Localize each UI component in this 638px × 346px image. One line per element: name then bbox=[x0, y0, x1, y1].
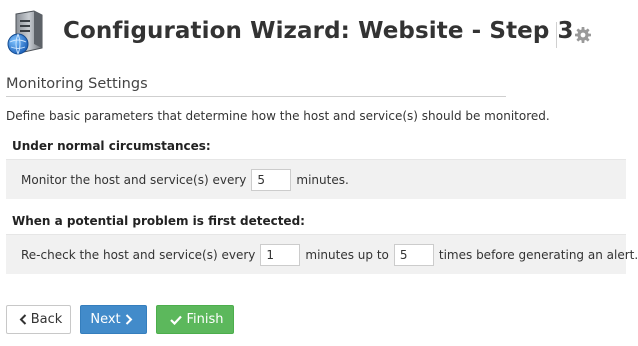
wizard-header: Configuration Wizard: Website - Step 3 bbox=[0, 0, 638, 70]
max-attempts-input[interactable] bbox=[393, 244, 434, 266]
normal-heading: Under normal circumstances: bbox=[12, 139, 211, 153]
check-interval-prefix: Monitor the host and service(s) every bbox=[21, 173, 247, 187]
title-divider bbox=[556, 22, 557, 48]
check-interval-input[interactable] bbox=[251, 169, 292, 191]
back-button-label: Back bbox=[30, 312, 63, 327]
retry-middle: minutes up to bbox=[305, 248, 389, 262]
check-icon bbox=[170, 315, 183, 325]
problem-heading: When a potential problem is first detect… bbox=[12, 214, 305, 228]
next-button[interactable]: Next bbox=[80, 305, 147, 334]
retry-suffix: times before generating an alert. bbox=[438, 248, 638, 262]
section-description: Define basic parameters that determine h… bbox=[6, 109, 550, 123]
section-divider bbox=[6, 96, 506, 97]
page-title: Configuration Wizard: Website - Step 3 bbox=[63, 18, 574, 44]
server-globe-icon bbox=[4, 10, 48, 56]
check-interval-row: Monitor the host and service(s) every mi… bbox=[21, 160, 349, 200]
section-title: Monitoring Settings bbox=[6, 76, 148, 92]
check-interval-suffix: minutes. bbox=[296, 173, 349, 187]
gear-icon[interactable] bbox=[574, 26, 592, 44]
finish-button[interactable]: Finish bbox=[156, 305, 234, 334]
chevron-right-icon bbox=[125, 314, 133, 325]
retry-prefix: Re-check the host and service(s) every bbox=[21, 248, 256, 262]
finish-button-label: Finish bbox=[186, 312, 224, 327]
problem-settings-panel: Re-check the host and service(s) every m… bbox=[6, 234, 638, 274]
retry-row: Re-check the host and service(s) every m… bbox=[21, 235, 638, 275]
retry-interval-input[interactable] bbox=[260, 244, 301, 266]
chevron-left-icon bbox=[19, 314, 27, 325]
normal-settings-panel: Monitor the host and service(s) every mi… bbox=[6, 159, 626, 199]
back-button[interactable]: Back bbox=[6, 305, 71, 334]
next-button-label: Next bbox=[90, 312, 121, 327]
